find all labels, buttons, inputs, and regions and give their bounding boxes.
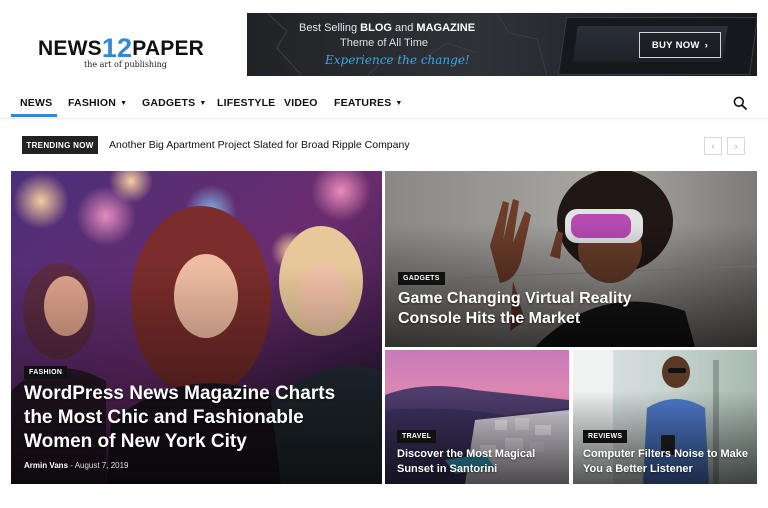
post-author-link[interactable]: Armin Vans — [24, 461, 68, 470]
trending-headline-link[interactable]: Another Big Apartment Project Slated for… — [109, 139, 410, 151]
trending-prev-button[interactable]: ‹ — [704, 137, 722, 155]
nav-item-fashion[interactable]: FASHION ▼ — [68, 97, 127, 109]
chevron-down-icon: ▼ — [199, 100, 207, 107]
featured-post-main[interactable]: FASHION WordPress News Magazine Charts t… — [11, 171, 382, 484]
chevron-down-icon: ▼ — [395, 100, 403, 107]
logo-tagline: the art of publishing — [84, 60, 167, 69]
post-date: August 7, 2019 — [74, 461, 129, 470]
chevron-right-icon: › — [704, 39, 709, 51]
nav-divider — [0, 118, 768, 119]
banner-subline: Theme of All Time — [340, 37, 429, 49]
logo-wordmark: NEWS12PAPER — [38, 31, 205, 63]
banner-headline: Best Selling BLOG and MAGAZINE — [299, 22, 476, 34]
banner-slogan: Experience the change! — [325, 53, 470, 67]
search-icon[interactable] — [733, 96, 747, 110]
site-logo[interactable]: NEWS12PAPER the art of publishing — [38, 29, 210, 73]
chevron-left-icon: ‹ — [711, 141, 715, 151]
header-banner-ad[interactable]: Best Selling BLOG and MAGAZINE Theme of … — [247, 13, 757, 76]
chevron-down-icon: ▼ — [120, 100, 128, 107]
trending-next-button[interactable]: › — [727, 137, 745, 155]
featured-post-bottom-right[interactable]: REVIEWS Computer Filters Noise to Make Y… — [573, 350, 757, 484]
post-title-main[interactable]: WordPress News Magazine Charts the Most … — [24, 382, 344, 454]
logo-prefix: NEWS — [38, 37, 102, 60]
logo-suffix: PAPER — [132, 37, 205, 60]
post-title-bottom-left[interactable]: Discover the Most Magical Sunset in Sant… — [397, 447, 565, 477]
nav-item-video[interactable]: VIDEO — [284, 97, 318, 109]
trending-now-label: TRENDING NOW — [22, 136, 98, 154]
nav-item-gadgets[interactable]: GADGETS ▼ — [142, 97, 206, 109]
post-meta-main: Armin Vans - August 7, 2019 — [24, 461, 129, 470]
main-navigation: NEWS FASHION ▼ GADGETS ▼ LIFESTYLE VIDEO F… — [0, 88, 768, 118]
nav-item-features[interactable]: FEATURES ▼ — [334, 97, 403, 109]
nav-item-lifestyle[interactable]: LIFESTYLE — [217, 97, 275, 109]
post-title-bottom-right[interactable]: Computer Filters Noise to Make You a Bet… — [583, 447, 753, 477]
logo-number: 12 — [101, 33, 133, 63]
nav-item-news[interactable]: NEWS — [20, 97, 52, 109]
chevron-right-icon: › — [734, 141, 738, 151]
featured-post-top-right[interactable]: GADGETS Game Changing Virtual Reality Co… — [385, 171, 757, 347]
category-badge-fashion[interactable]: FASHION — [24, 366, 68, 379]
post-title-top-right[interactable]: Game Changing Virtual Reality Console Hi… — [398, 289, 698, 329]
category-badge-travel[interactable]: TRAVEL — [397, 430, 437, 443]
featured-post-bottom-left[interactable]: TRAVEL Discover the Most Magical Sunset … — [385, 350, 569, 484]
category-badge-gadgets[interactable]: GADGETS — [398, 272, 445, 285]
buy-now-button[interactable]: BUY NOW › — [639, 32, 721, 58]
category-badge-reviews[interactable]: REVIEWS — [583, 430, 628, 443]
nav-active-indicator — [11, 114, 57, 117]
